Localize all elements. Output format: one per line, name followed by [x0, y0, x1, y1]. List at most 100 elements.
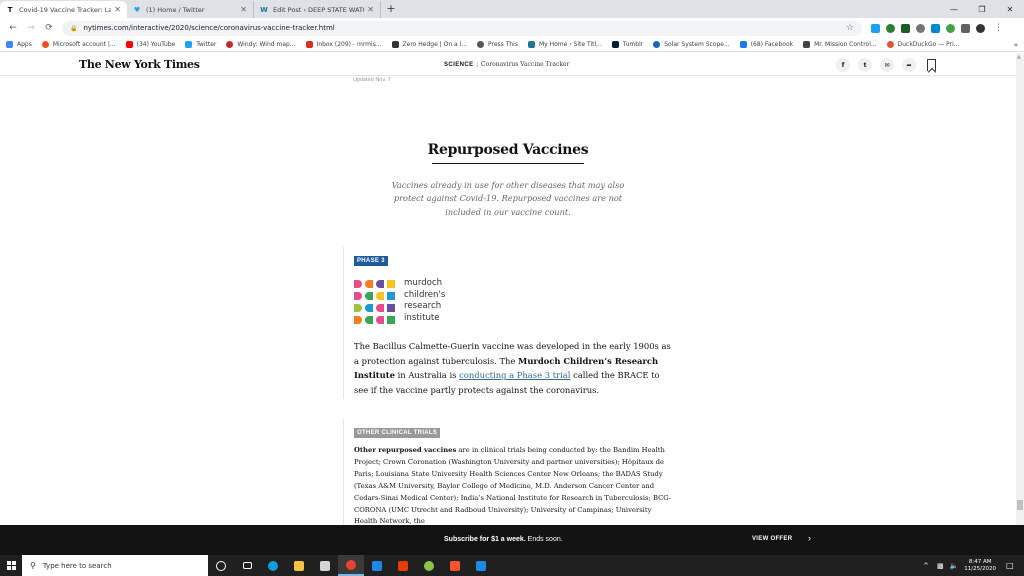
new-tab-button[interactable]: +: [381, 1, 401, 18]
wordpress-favicon-icon: W: [260, 5, 268, 14]
bookmark-item[interactable]: DuckDuckGo — Pri...: [886, 41, 960, 48]
extension-icon[interactable]: [946, 23, 955, 33]
email-share-icon[interactable]: ✉: [880, 58, 894, 72]
close-window-button[interactable]: ✕: [996, 5, 1024, 14]
notifications-icon[interactable]: □: [1006, 561, 1020, 570]
start-button[interactable]: [0, 555, 22, 576]
twitter-favicon-icon: ♥: [133, 5, 141, 14]
task-view-icon[interactable]: [234, 555, 260, 576]
cortana-icon[interactable]: [208, 555, 234, 576]
bookmark-item[interactable]: Inbox (209) - mrmis...: [305, 41, 382, 48]
vaccine-card-bcg: PHASE 3 murdoch children's research inst…: [343, 247, 673, 399]
brave-icon[interactable]: [442, 555, 468, 576]
clock-time: 8:47 AM: [968, 558, 992, 565]
back-button[interactable]: ←: [4, 23, 22, 33]
bookmark-favicon-icon: [803, 41, 811, 48]
section-title: Coronavirus Vaccine Tracker: [481, 61, 570, 68]
bookmark-item[interactable]: (34) YouTube: [125, 41, 175, 48]
other-trials-card: OTHER CLINICAL TRIALS Other repurposed v…: [343, 419, 673, 525]
bookmark-item[interactable]: Microsoft account |...: [41, 41, 116, 48]
browser-tab[interactable]: T Covid-19 Vaccine Tracker: Latest✕: [0, 1, 127, 18]
extension-icon[interactable]: [901, 23, 910, 33]
minimize-button[interactable]: —: [940, 5, 968, 14]
tab-title: Edit Post ‹ DEEP STATE WATCHD…: [273, 5, 364, 14]
edge-icon[interactable]: [260, 555, 286, 576]
scroll-up-arrow-icon[interactable]: ▲: [1017, 54, 1021, 60]
windows-taskbar: ⚲ Type here to search ^ ▩ 🔈 8:47 AM 11/2…: [0, 555, 1024, 576]
section-kicker[interactable]: SCIENCE: [444, 62, 473, 68]
extension-icon[interactable]: [871, 23, 880, 33]
other-trials-text: Other repurposed vaccines are in clinica…: [354, 446, 672, 525]
office-icon[interactable]: [390, 555, 416, 576]
logo-tile: [354, 304, 362, 312]
facebook-share-icon[interactable]: f: [836, 58, 850, 72]
bookmark-item[interactable]: Windy: Wind map...: [226, 41, 296, 48]
close-tab-icon[interactable]: ✕: [367, 5, 374, 14]
address-bar[interactable]: 🔒 nytimes.com/interactive/2020/science/c…: [62, 20, 862, 36]
heading-underline: [432, 163, 584, 164]
scroll-thumb[interactable]: [1017, 500, 1023, 510]
page-scrollbar[interactable]: ▲: [1016, 53, 1024, 525]
volume-icon[interactable]: 🔈: [950, 562, 959, 570]
window-controls: — ❐ ✕: [940, 0, 1024, 18]
extension-icon[interactable]: [931, 23, 940, 33]
logo-tile: [354, 292, 362, 300]
bookmark-item[interactable]: Zero Hedge | On a l...: [391, 41, 467, 48]
profile-avatar-icon[interactable]: [976, 23, 985, 33]
web-icon[interactable]: [416, 555, 442, 576]
section-heading: Repurposed Vaccines: [427, 142, 589, 158]
lock-icon: 🔒: [70, 24, 78, 32]
save-article-bookmark-icon[interactable]: [927, 59, 936, 71]
restore-button[interactable]: ❐: [968, 5, 996, 14]
phase3-trial-link[interactable]: conducting a Phase 3 trial: [459, 370, 570, 380]
bookmarks-bar: Apps Microsoft account |... (34) YouTube Tw…: [0, 38, 1024, 52]
more-share-icon[interactable]: ➦: [902, 58, 916, 72]
url-text: nytimes.com/interactive/2020/science/cor…: [83, 24, 335, 32]
tray-overflow-icon[interactable]: ^: [923, 562, 929, 570]
store-icon[interactable]: [312, 555, 338, 576]
logo-tile: [387, 304, 395, 312]
chrome-icon[interactable]: [338, 555, 364, 576]
logo-line: institute: [404, 312, 440, 323]
puzzle-icon[interactable]: [961, 23, 970, 33]
taskbar-search-box[interactable]: ⚲ Type here to search: [22, 555, 208, 576]
search-placeholder: Type here to search: [42, 561, 112, 570]
view-offer-button[interactable]: VIEW OFFER: [752, 536, 792, 542]
bookmark-item[interactable]: My Home ‹ Site Titl...: [527, 41, 602, 48]
bookmark-item[interactable]: Tumblr: [611, 41, 643, 48]
browser-tab[interactable]: ♥ (1) Home / Twitter ✕: [127, 1, 254, 18]
bookmark-star-icon[interactable]: ☆: [846, 23, 854, 33]
taskbar-apps: [208, 555, 494, 576]
bookmark-label: DuckDuckGo — Pri...: [897, 41, 960, 48]
mail-icon[interactable]: [364, 555, 390, 576]
network-icon[interactable]: ▩: [937, 562, 944, 570]
bookmark-favicon-icon: [41, 41, 49, 48]
nyt-logo[interactable]: The New York Times: [79, 58, 200, 71]
notes-icon[interactable]: [468, 555, 494, 576]
chevron-right-icon[interactable]: ›: [808, 533, 811, 543]
phase-badge: PHASE 3: [354, 256, 388, 266]
tab-strip: TCovid-19 Vaccine Tracker: Latest✕♥(1) H…: [0, 0, 1024, 18]
file-explorer-icon[interactable]: [286, 555, 312, 576]
bookmark-item[interactable]: Twitter: [185, 41, 216, 48]
bookmark-label: Inbox (209) - mrmis...: [316, 41, 382, 48]
bookmarks-overflow-button[interactable]: »: [1014, 41, 1018, 49]
system-clock[interactable]: 8:47 AM 11/25/2020: [964, 559, 996, 573]
reload-button[interactable]: ⟳: [40, 23, 58, 33]
logo-line: murdoch: [404, 278, 443, 288]
bookmark-item[interactable]: Press This: [477, 41, 518, 48]
chrome-menu-icon[interactable]: ⋮: [994, 23, 1003, 33]
forward-button[interactable]: →: [22, 23, 40, 33]
close-tab-icon[interactable]: ✕: [114, 5, 121, 14]
card-description: The Bacillus Calmette-Guerin vaccine was…: [354, 341, 671, 395]
extension-icon[interactable]: [886, 23, 895, 33]
extension-icon[interactable]: [916, 23, 925, 33]
bookmark-item[interactable]: Solar System Scope...: [653, 41, 730, 48]
other-trials-badge: OTHER CLINICAL TRIALS: [354, 428, 441, 438]
bookmark-item[interactable]: (68) Facebook: [739, 41, 793, 48]
twitter-share-icon[interactable]: t: [858, 58, 872, 72]
bookmark-item[interactable]: Apps: [6, 41, 32, 48]
bookmark-item[interactable]: Mr. Mission Control...: [803, 41, 877, 48]
close-tab-icon[interactable]: ✕: [240, 5, 247, 14]
browser-tab[interactable]: W Edit Post ‹ DEEP STATE WATCHD…✕: [254, 1, 381, 18]
